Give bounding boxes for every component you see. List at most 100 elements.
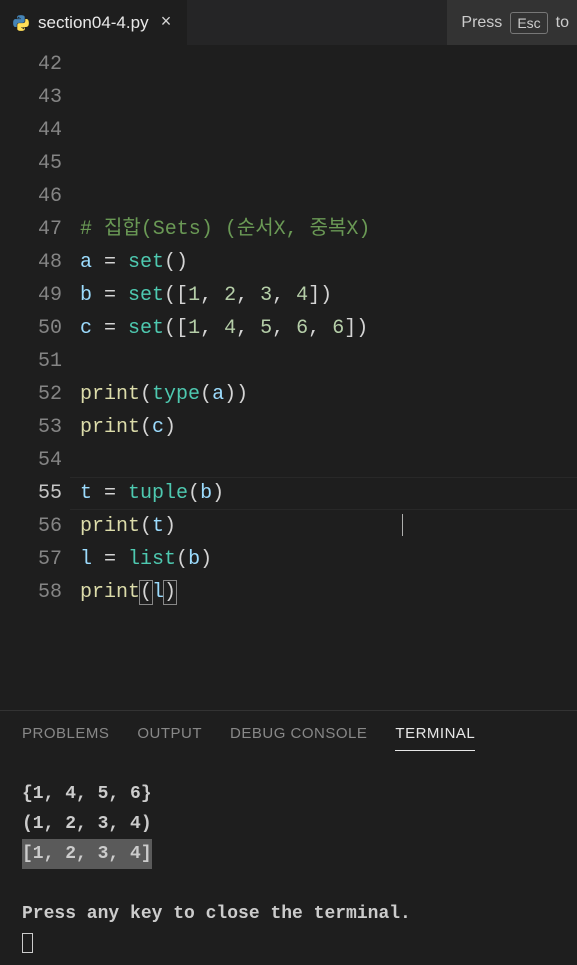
terminal-cursor-icon <box>22 933 33 953</box>
code-token: print <box>80 515 140 538</box>
code-line: print(type(a)) <box>80 378 577 411</box>
line-number: 43 <box>0 81 62 114</box>
line-number: 55 <box>0 477 62 510</box>
code-token: ) <box>164 416 176 439</box>
code-line <box>80 609 577 642</box>
code-token: ( <box>140 383 152 406</box>
code-token: = <box>92 317 128 340</box>
code-token: l <box>80 548 92 571</box>
code-token: print <box>80 383 140 406</box>
code-token: ) <box>163 580 177 605</box>
code-line <box>80 675 577 708</box>
line-number: 45 <box>0 147 62 180</box>
code-token: b <box>80 284 92 307</box>
line-number: 54 <box>0 444 62 477</box>
code-token: ]) <box>308 284 332 307</box>
code-token: ([ <box>164 317 188 340</box>
code-token: print <box>80 581 140 604</box>
code-token: print <box>80 416 140 439</box>
line-number: 52 <box>0 378 62 411</box>
code-token: , <box>236 284 260 307</box>
code-token: set <box>128 284 164 307</box>
code-line: c = set([1, 4, 5, 6, 6]) <box>80 312 577 345</box>
code-token: set <box>128 317 164 340</box>
hint-bar: Press Esc to <box>447 0 577 45</box>
code-token: a <box>212 383 224 406</box>
hint-press: Press <box>461 14 502 32</box>
line-number-gutter: 4243444546474849505152535455565758 <box>0 48 80 710</box>
code-content: # 집합(Sets) (순서X, 중복X)a = set()b = set([1… <box>80 147 577 708</box>
code-token: ) <box>212 482 224 505</box>
code-line: print(l) <box>80 576 577 609</box>
close-icon[interactable]: × <box>157 13 176 33</box>
terminal-prompt: Press any key to close the terminal. <box>22 904 411 924</box>
line-number: 58 <box>0 576 62 609</box>
line-number: 53 <box>0 411 62 444</box>
code-token: set <box>128 251 164 274</box>
code-token: , <box>272 317 296 340</box>
code-token: , <box>272 284 296 307</box>
tab-title: section04-4.py <box>38 13 149 33</box>
code-token: = <box>92 251 128 274</box>
code-token: 6 <box>296 317 308 340</box>
code-token: ( <box>139 580 153 605</box>
code-line <box>80 345 577 378</box>
code-line: print(t) <box>80 510 577 543</box>
code-token: t <box>152 515 164 538</box>
code-token: ( <box>140 515 152 538</box>
code-token: ( <box>176 548 188 571</box>
code-token: 4 <box>224 317 236 340</box>
code-token: ) <box>200 548 212 571</box>
code-token: , <box>236 317 260 340</box>
code-line: a = set() <box>80 246 577 279</box>
code-line <box>80 147 577 180</box>
code-token: type <box>152 383 200 406</box>
line-number: 51 <box>0 345 62 378</box>
code-line <box>80 642 577 675</box>
code-line <box>80 180 577 213</box>
line-number: 50 <box>0 312 62 345</box>
code-token: b <box>188 548 200 571</box>
code-token: ( <box>188 482 200 505</box>
code-line: print(c) <box>80 411 577 444</box>
code-token: 5 <box>260 317 272 340</box>
code-token: 6 <box>332 317 344 340</box>
code-token: ]) <box>344 317 368 340</box>
code-token: ) <box>164 515 176 538</box>
code-token: 1 <box>188 284 200 307</box>
code-token: a <box>80 251 92 274</box>
code-line <box>80 444 577 477</box>
code-token: 1 <box>188 317 200 340</box>
code-token: c <box>80 317 92 340</box>
code-token: ( <box>140 416 152 439</box>
code-token: 2 <box>224 284 236 307</box>
code-line: # 집합(Sets) (순서X, 중복X) <box>80 213 577 246</box>
code-token: t <box>80 482 92 505</box>
terminal-line-highlighted: [1, 2, 3, 4] <box>22 839 152 869</box>
code-token: # 집합(Sets) (순서X, 중복X) <box>80 218 370 241</box>
hint-to: to <box>556 14 569 32</box>
editor-tab[interactable]: section04-4.py × <box>0 0 187 45</box>
line-number: 47 <box>0 213 62 246</box>
code-token: 4 <box>296 284 308 307</box>
code-token: , <box>200 317 224 340</box>
code-token: = <box>92 284 128 307</box>
code-line: b = set([1, 2, 3, 4]) <box>80 279 577 312</box>
code-token: 3 <box>260 284 272 307</box>
code-token: ( <box>200 383 212 406</box>
code-editor[interactable]: 4243444546474849505152535455565758 # 집합(… <box>0 45 577 710</box>
code-token: , <box>308 317 332 340</box>
code-line: l = list(b) <box>80 543 577 576</box>
line-number: 42 <box>0 48 62 81</box>
code-line: t = tuple(b) <box>80 477 577 510</box>
code-token: = <box>92 548 128 571</box>
line-number: 49 <box>0 279 62 312</box>
code-token: b <box>200 482 212 505</box>
terminal-line: (1, 2, 3, 4) <box>22 814 152 834</box>
line-number: 46 <box>0 180 62 213</box>
code-token: list <box>128 548 176 571</box>
hint-key-esc: Esc <box>510 12 547 34</box>
code-area[interactable]: # 집합(Sets) (순서X, 중복X)a = set()b = set([1… <box>80 48 577 710</box>
line-number: 57 <box>0 543 62 576</box>
line-number: 48 <box>0 246 62 279</box>
